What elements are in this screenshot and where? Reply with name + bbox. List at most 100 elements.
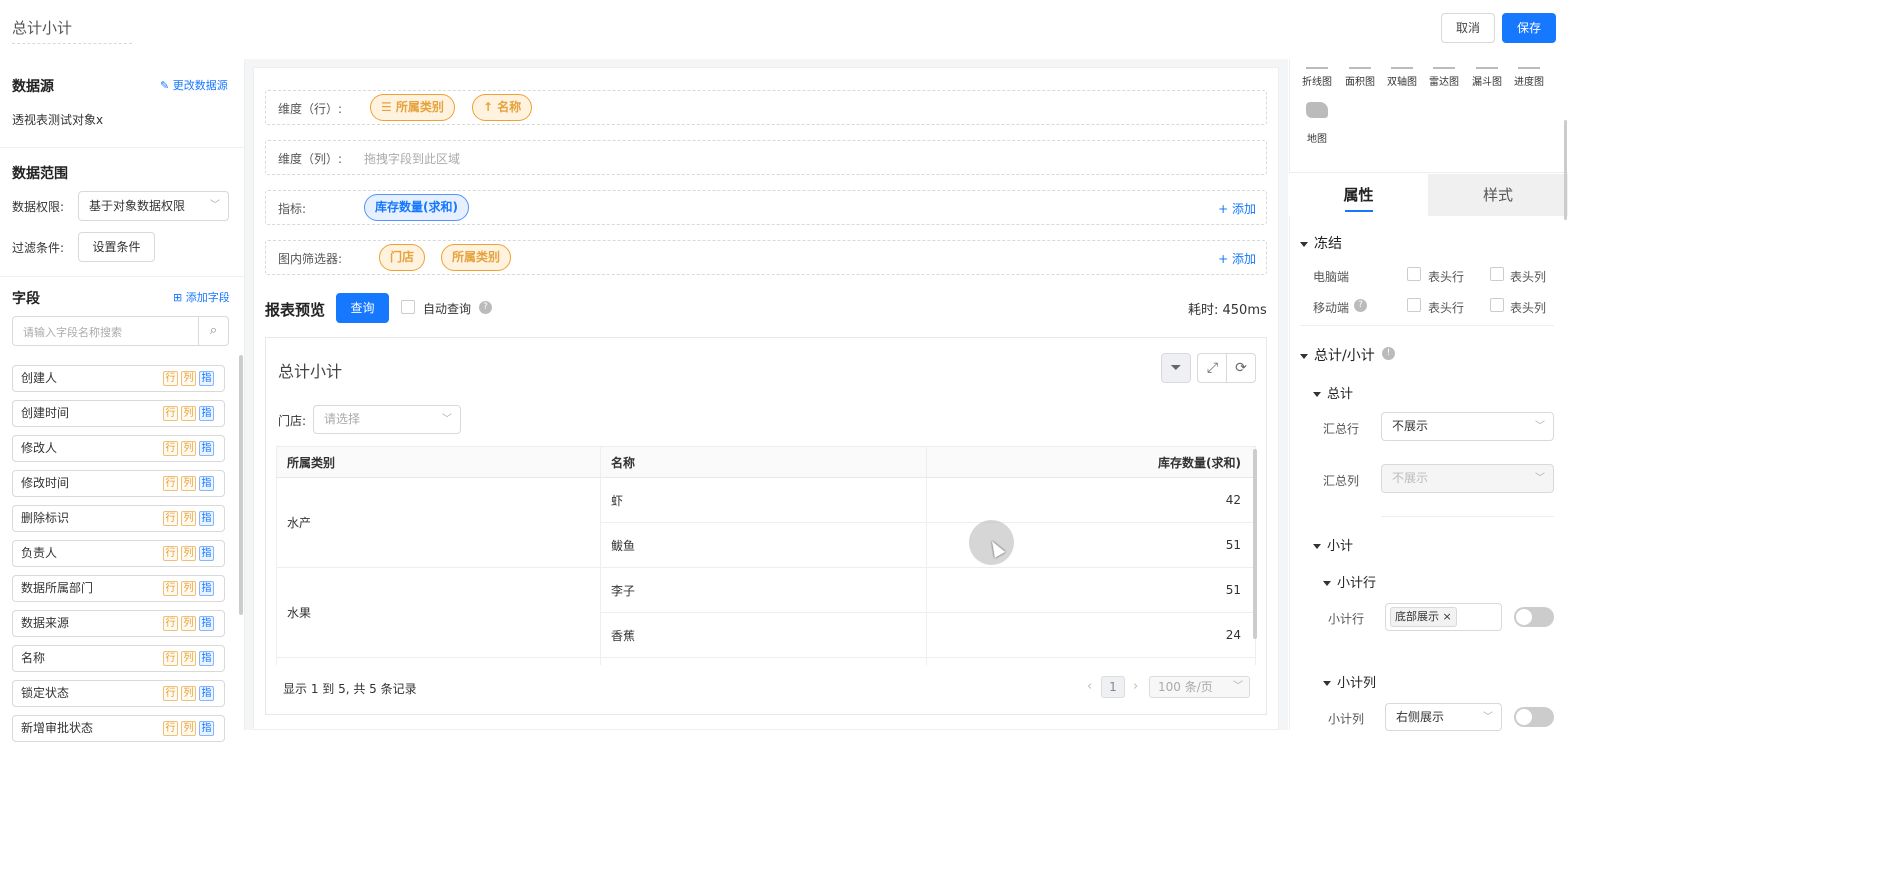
add-to-col-tag[interactable]: 列	[181, 546, 196, 561]
chart-type-icon[interactable]	[1306, 59, 1328, 69]
info-icon[interactable]: !	[1382, 347, 1395, 360]
add-to-row-tag[interactable]: 行	[163, 441, 178, 456]
report-name-input[interactable]: 总计小计	[12, 12, 132, 44]
add-to-row-tag[interactable]: 行	[163, 546, 178, 561]
pill-name[interactable]: ↑ 名称	[472, 94, 533, 121]
subtotal-section[interactable]: 小计	[1313, 535, 1353, 554]
add-to-indicator-tag[interactable]: 指	[199, 686, 214, 701]
refresh-icon[interactable]: ⟳	[1226, 353, 1256, 383]
total-section[interactable]: 总计	[1313, 383, 1353, 402]
add-to-indicator-tag[interactable]: 指	[199, 511, 214, 526]
field-item[interactable]: 数据所属部门 行列指	[12, 575, 225, 602]
add-to-col-tag[interactable]: 列	[181, 371, 196, 386]
subtotal-col-select[interactable]: 右侧展示 ﹀	[1385, 703, 1502, 731]
fullscreen-icon[interactable]: ⤢	[1197, 353, 1227, 383]
add-to-col-tag[interactable]: 列	[181, 511, 196, 526]
save-button[interactable]: 保存	[1502, 13, 1556, 43]
add-to-col-tag[interactable]: 列	[181, 616, 196, 631]
inner-filter-zone[interactable]: 图内筛选器: 门店 所属类别 + 添加	[265, 240, 1267, 275]
add-to-row-tag[interactable]: 行	[163, 406, 178, 421]
add-to-col-tag[interactable]: 列	[181, 441, 196, 456]
change-datasource-link[interactable]: ✎ 更改数据源	[160, 77, 228, 93]
left-scrollbar[interactable]	[239, 355, 243, 615]
pc-header-row-checkbox[interactable]	[1407, 267, 1421, 281]
add-to-row-tag[interactable]: 行	[163, 371, 178, 386]
chart-type-map[interactable]: 地图	[1296, 130, 1338, 145]
chart-type-icon[interactable]	[1433, 59, 1455, 69]
pc-header-col-checkbox[interactable]	[1490, 267, 1504, 281]
add-to-col-tag[interactable]: 列	[181, 686, 196, 701]
chart-type-icon[interactable]	[1476, 59, 1498, 69]
chart-type-icon[interactable]	[1349, 59, 1371, 69]
chart-type-item[interactable]: 进度图	[1508, 73, 1550, 88]
field-item[interactable]: 锁定状态 行列指	[12, 680, 225, 707]
field-item[interactable]: 修改人 行列指	[12, 435, 225, 462]
query-button[interactable]: 查询	[336, 293, 389, 323]
cancel-button[interactable]: 取消	[1441, 13, 1495, 43]
subtotal-row-chip[interactable]: 底部展示 ×	[1390, 607, 1457, 627]
field-search[interactable]: 请输入字段名称搜索 ⌕	[12, 316, 229, 346]
add-field-link[interactable]: ⊞ 添加字段	[173, 289, 230, 305]
page-number[interactable]: 1	[1101, 676, 1125, 698]
search-icon[interactable]: ⌕	[198, 317, 228, 345]
subtotal-row-select[interactable]: 底部展示 ×	[1385, 603, 1502, 631]
subtotal-row-toggle[interactable]	[1514, 607, 1554, 627]
search-input[interactable]: 请输入字段名称搜索	[23, 324, 122, 340]
indicator-zone[interactable]: 指标: 库存数量(求和) + 添加	[265, 190, 1267, 225]
summary-row-select[interactable]: 不展示 ﹀	[1381, 412, 1554, 441]
set-condition-button[interactable]: 设置条件	[78, 232, 155, 262]
tab-properties[interactable]: 属性	[1289, 174, 1428, 216]
dimension-row-zone[interactable]: 维度（行）: ☰ 所属类别 ↑ 名称	[265, 90, 1267, 125]
table-scrollbar[interactable]	[1253, 449, 1257, 639]
dimension-col-zone[interactable]: 维度（列）: 拖拽字段到此区域	[265, 140, 1267, 175]
pill-store[interactable]: 门店	[379, 244, 426, 271]
pill-stock-sum[interactable]: 库存数量(求和)	[364, 194, 469, 221]
chart-type-icon[interactable]	[1391, 59, 1413, 69]
add-to-indicator-tag[interactable]: 指	[199, 721, 214, 736]
add-to-row-tag[interactable]: 行	[163, 476, 178, 491]
field-item[interactable]: 数据来源 行列指	[12, 610, 225, 637]
add-to-col-tag[interactable]: 列	[181, 721, 196, 736]
chart-type-item[interactable]: 面积图	[1339, 73, 1381, 88]
next-page-icon[interactable]: ›	[1133, 679, 1138, 694]
total-subtotal-section[interactable]: 总计/小计	[1300, 345, 1375, 365]
add-filter-button[interactable]: + 添加	[1218, 250, 1256, 267]
field-item[interactable]: 删除标识 行列指	[12, 505, 225, 532]
add-to-indicator-tag[interactable]: 指	[199, 651, 214, 666]
help-icon[interactable]: ?	[1354, 299, 1367, 312]
chart-type-item[interactable]: 双轴图	[1381, 73, 1423, 88]
add-to-indicator-tag[interactable]: 指	[199, 441, 214, 456]
auto-query-checkbox[interactable]	[401, 300, 415, 314]
add-to-col-tag[interactable]: 列	[181, 651, 196, 666]
field-item[interactable]: 创建人 行列指	[12, 365, 225, 392]
add-to-indicator-tag[interactable]: 指	[199, 616, 214, 631]
add-to-indicator-tag[interactable]: 指	[199, 406, 214, 421]
add-to-indicator-tag[interactable]: 指	[199, 546, 214, 561]
col-header-name[interactable]: 名称	[600, 446, 927, 478]
right-scrollbar[interactable]	[1564, 120, 1567, 220]
subtotal-row-section[interactable]: 小计行	[1323, 572, 1376, 591]
field-item[interactable]: 新增审批状态 行列指	[12, 715, 225, 742]
chart-type-item[interactable]: 折线图	[1296, 73, 1338, 88]
subtotal-col-toggle[interactable]	[1514, 707, 1554, 727]
field-item[interactable]: 名称 行列指	[12, 645, 225, 672]
field-item[interactable]: 负责人 行列指	[12, 540, 225, 567]
subtotal-col-section[interactable]: 小计列	[1323, 672, 1376, 691]
filter-icon[interactable]: ⏷	[1161, 353, 1191, 383]
add-to-col-tag[interactable]: 列	[181, 476, 196, 491]
add-to-row-tag[interactable]: 行	[163, 686, 178, 701]
col-header-category[interactable]: 所属类别	[276, 446, 601, 478]
mobile-header-row-checkbox[interactable]	[1407, 298, 1421, 312]
permission-select[interactable]: 基于对象数据权限 ﹀	[78, 191, 229, 221]
add-to-row-tag[interactable]: 行	[163, 511, 178, 526]
help-icon[interactable]: ?	[479, 301, 492, 314]
summary-col-select[interactable]: 不展示 ﹀	[1381, 464, 1554, 493]
store-select[interactable]: 请选择 ﹀	[313, 405, 461, 434]
col-header-stock[interactable]: 库存数量(求和)	[926, 446, 1256, 478]
freeze-section[interactable]: 冻结	[1300, 233, 1342, 253]
page-size-select[interactable]: 100 条/页 ﹀	[1149, 676, 1250, 698]
tab-style[interactable]: 样式	[1428, 174, 1568, 216]
add-to-row-tag[interactable]: 行	[163, 651, 178, 666]
add-to-row-tag[interactable]: 行	[163, 581, 178, 596]
add-to-indicator-tag[interactable]: 指	[199, 581, 214, 596]
